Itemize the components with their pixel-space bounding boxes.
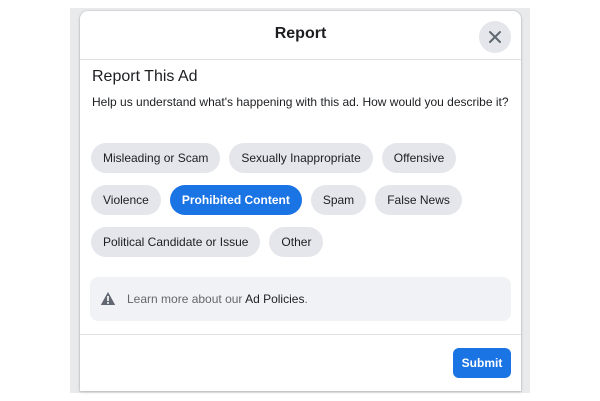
report-options: Misleading or Scam Sexually Inappropriat…: [91, 143, 516, 257]
option-misleading-or-scam[interactable]: Misleading or Scam: [91, 143, 221, 173]
report-dialog: Report Report This Ad Help us understand…: [80, 11, 521, 391]
section-title: Report This Ad: [92, 68, 198, 85]
option-false-news[interactable]: False News: [375, 185, 462, 215]
notice-prefix: Learn more about our: [127, 292, 246, 306]
close-icon: [489, 31, 501, 43]
close-button[interactable]: [479, 21, 511, 53]
option-violence[interactable]: Violence: [91, 185, 161, 215]
section-description: Help us understand what's happening with…: [92, 95, 509, 109]
submit-button[interactable]: Submit: [453, 348, 511, 378]
dialog-header: Report: [80, 11, 521, 60]
option-political-candidate-or-issue[interactable]: Political Candidate or Issue: [91, 227, 261, 257]
ad-policies-link[interactable]: Ad Policies: [245, 292, 304, 306]
option-spam[interactable]: Spam: [310, 185, 367, 215]
option-other[interactable]: Other: [269, 227, 324, 257]
dialog-title: Report: [274, 25, 327, 42]
option-prohibited-content[interactable]: Prohibited Content: [169, 185, 302, 215]
footer-divider: [80, 334, 521, 335]
option-offensive[interactable]: Offensive: [381, 143, 457, 173]
ad-policies-notice: Learn more about our Ad Policies.: [90, 277, 511, 321]
warning-icon: [100, 292, 116, 305]
option-sexually-inappropriate[interactable]: Sexually Inappropriate: [229, 143, 373, 173]
notice-text: Learn more about our Ad Policies.: [127, 292, 308, 306]
notice-suffix: .: [304, 292, 308, 306]
